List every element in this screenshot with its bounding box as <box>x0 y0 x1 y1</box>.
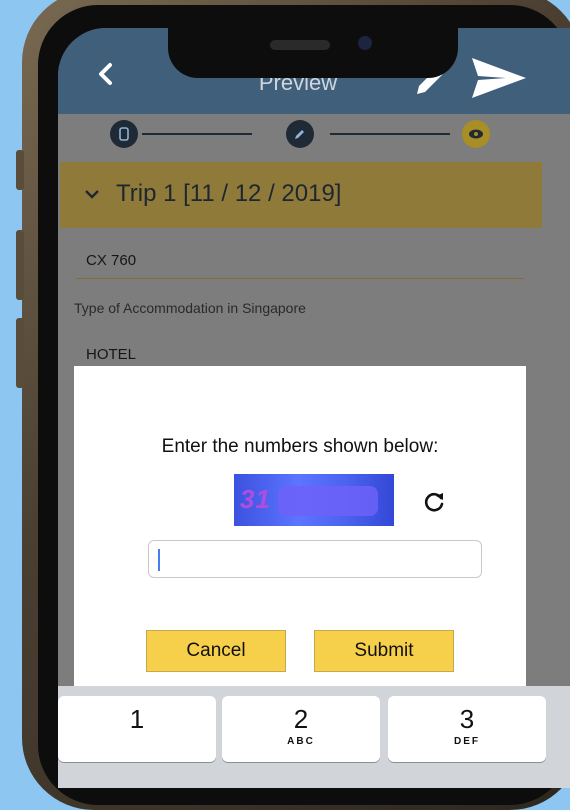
accommodation-label: Type of Accommodation in Singapore <box>74 300 306 316</box>
captcha-dialog: Enter the numbers shown below: 31 Cancel… <box>74 366 526 696</box>
front-camera <box>358 36 372 50</box>
volume-down-button <box>16 318 24 388</box>
trip-title: Trip 1 [11 / 12 / 2019] <box>116 180 342 207</box>
phone-notch <box>168 28 458 78</box>
field-divider <box>76 278 524 279</box>
captcha-redaction <box>278 486 378 516</box>
key-number: 3 <box>459 704 475 734</box>
trip-section-header[interactable]: Trip 1 [11 / 12 / 2019] <box>60 162 542 228</box>
volume-up-button <box>16 230 24 300</box>
pencil-icon <box>295 130 304 139</box>
captcha-visible-digits: 31 <box>240 484 271 514</box>
back-icon[interactable] <box>92 60 120 88</box>
captcha-image: 31 <box>234 474 394 526</box>
step-3-indicator[interactable] <box>462 120 490 148</box>
flight-number-value: CX 760 <box>86 252 137 269</box>
numeric-keyboard: 1 2 ABC 3 DEF <box>58 686 570 788</box>
submit-button[interactable]: Submit <box>314 630 454 672</box>
key-2[interactable]: 2 ABC <box>222 696 380 762</box>
key-letters: DEF <box>454 736 480 747</box>
captcha-prompt: Enter the numbers shown below: <box>161 436 439 457</box>
key-letters: ABC <box>287 736 315 747</box>
cancel-button[interactable]: Cancel <box>146 630 286 672</box>
key-number: 2 <box>293 704 309 734</box>
accommodation-value: HOTEL <box>86 346 137 363</box>
key-3[interactable]: 3 DEF <box>388 696 546 762</box>
document-icon <box>119 127 129 141</box>
speaker-grille <box>270 40 330 50</box>
text-cursor <box>158 549 160 571</box>
refresh-icon[interactable] <box>422 490 446 514</box>
chevron-down-icon <box>85 190 99 199</box>
key-number: 1 <box>129 704 145 734</box>
progress-stepper <box>58 114 570 162</box>
captcha-input[interactable] <box>148 540 482 578</box>
step-connector <box>142 133 252 135</box>
step-connector <box>330 133 450 135</box>
mute-switch <box>16 150 24 190</box>
app-screen: Preview Trip 1 [11 / 12 / 2019] CX 760 T… <box>58 28 570 788</box>
step-2-indicator[interactable] <box>286 120 314 148</box>
send-icon[interactable] <box>470 54 528 102</box>
eye-icon <box>469 129 483 139</box>
key-1[interactable]: 1 <box>58 696 216 762</box>
step-1-indicator[interactable] <box>110 120 138 148</box>
